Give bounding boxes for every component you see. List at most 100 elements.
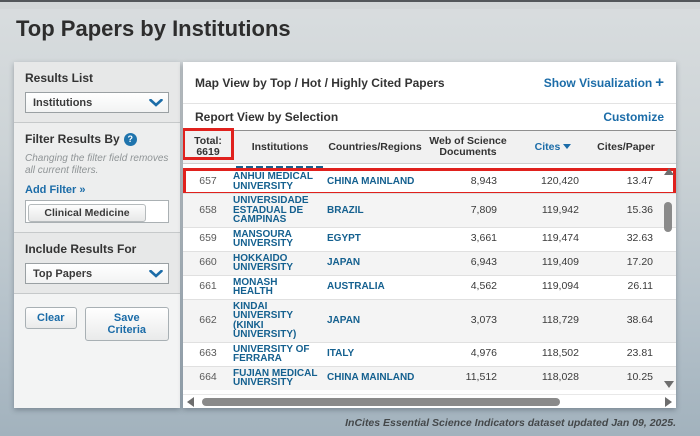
cites-per-paper-value: 38.64 xyxy=(593,316,659,326)
table-row: 660HOKKAIDO UNIVERSITYJAPAN6,943119,4091… xyxy=(183,251,676,275)
help-question-icon[interactable]: ? xyxy=(124,133,137,146)
report-view-title: Report View by Selection xyxy=(195,110,338,124)
filter-results-by-label: Filter Results By? xyxy=(25,132,169,146)
table-row: 662KINDAI UNIVERSITY (KINKI UNIVERSITY)J… xyxy=(183,299,676,342)
filter-results-by-text: Filter Results By xyxy=(25,132,120,146)
chevron-down-icon xyxy=(149,99,163,107)
wos-documents-header[interactable]: Web of Science Documents xyxy=(423,136,513,158)
table-row: 657ANHUI MEDICAL UNIVERSITYCHINA MAINLAN… xyxy=(183,169,676,193)
include-results-select[interactable]: Top Papers xyxy=(25,263,169,284)
cites-value: 120,420 xyxy=(513,177,593,187)
vertical-scrollbar[interactable] xyxy=(662,166,674,390)
horizontal-scrollbar[interactable] xyxy=(183,394,676,408)
results-list-select[interactable]: Institutions xyxy=(25,92,169,113)
country-label: CHINA MAINLAND xyxy=(327,373,423,383)
institution-link[interactable]: UNIVERSITY OF FERRARA xyxy=(233,345,327,364)
show-visualization-link[interactable]: Show Visualization+ xyxy=(544,74,664,91)
institution-link[interactable]: KINDAI UNIVERSITY (KINKI UNIVERSITY) xyxy=(233,302,327,340)
institution-link[interactable]: ANHUI MEDICAL UNIVERSITY xyxy=(233,172,327,191)
scroll-up-arrow-icon[interactable] xyxy=(664,168,674,175)
include-results-section: Include Results For Top Papers xyxy=(14,233,180,294)
results-list-label: Results List xyxy=(25,71,169,85)
table-row: 664FUJIAN MEDICAL UNIVERSITYCHINA MAINLA… xyxy=(183,366,676,390)
sidebar: Results List Institutions Filter Results… xyxy=(14,62,180,408)
filter-input[interactable]: Clinical Medicine xyxy=(25,200,169,223)
wos-documents-value: 11,512 xyxy=(423,373,513,383)
institution-link[interactable]: UNIVERSIDADE ESTADUAL DE CAMPINAS xyxy=(233,196,327,225)
cites-per-paper-value: 23.81 xyxy=(593,349,659,359)
countries-header[interactable]: Countries/Regions xyxy=(327,142,423,153)
add-filter-link[interactable]: Add Filter » xyxy=(25,184,169,196)
row-rank: 659 xyxy=(183,234,233,244)
row-rank: 663 xyxy=(183,349,233,359)
results-list-selected-value: Institutions xyxy=(33,97,92,109)
scroll-down-arrow-icon[interactable] xyxy=(664,381,674,388)
include-results-selected-value: Top Papers xyxy=(33,268,92,280)
table-row: 658UNIVERSIDADE ESTADUAL DE CAMPINASBRAZ… xyxy=(183,193,676,227)
cites-value: 119,474 xyxy=(513,234,593,244)
include-results-label: Include Results For xyxy=(25,242,169,256)
wos-documents-value: 6,943 xyxy=(423,258,513,268)
show-visualization-label: Show Visualization xyxy=(544,76,652,90)
cites-header-sorted[interactable]: Cites xyxy=(513,142,593,153)
row-rank: 657 xyxy=(183,177,233,187)
cites-per-paper-value: 32.63 xyxy=(593,234,659,244)
main-panel: Map View by Top / Hot / Highly Cited Pap… xyxy=(183,62,676,408)
active-filter-tag[interactable]: Clinical Medicine xyxy=(28,204,146,222)
cites-per-paper-value: 13.47 xyxy=(593,177,659,187)
horizontal-scroll-track[interactable] xyxy=(200,397,659,407)
clear-button[interactable]: Clear xyxy=(25,307,77,329)
cites-value: 118,028 xyxy=(513,373,593,383)
browser-top-strip xyxy=(0,0,700,9)
results-list-section: Results List Institutions xyxy=(14,62,180,123)
cites-value: 119,942 xyxy=(513,206,593,216)
institution-link[interactable]: FUJIAN MEDICAL UNIVERSITY xyxy=(233,369,327,388)
map-view-bar: Map View by Top / Hot / Highly Cited Pap… xyxy=(183,62,676,104)
cites-per-paper-value: 17.20 xyxy=(593,258,659,268)
wos-documents-value: 4,562 xyxy=(423,282,513,292)
cites-per-paper-header[interactable]: Cites/Paper xyxy=(593,142,659,153)
country-label: JAPAN xyxy=(327,316,423,326)
save-criteria-button[interactable]: Save Criteria xyxy=(85,307,169,341)
vertical-scroll-thumb[interactable] xyxy=(664,202,672,232)
total-header-cell: Total: 6619 xyxy=(183,136,233,158)
report-view-bar: Report View by Selection Customize xyxy=(183,104,676,131)
country-label: JAPAN xyxy=(327,258,423,268)
wos-documents-value: 4,976 xyxy=(423,349,513,359)
horizontal-scroll-thumb[interactable] xyxy=(202,398,560,406)
institution-link[interactable]: MONASH HEALTH xyxy=(233,278,327,297)
content-layout: Results List Institutions Filter Results… xyxy=(14,62,676,408)
row-rank: 664 xyxy=(183,373,233,383)
scroll-left-arrow-icon[interactable] xyxy=(187,397,194,407)
cites-header-label: Cites xyxy=(535,141,561,153)
wos-documents-value: 3,661 xyxy=(423,234,513,244)
country-label: AUSTRALIA xyxy=(327,282,423,292)
cites-value: 118,729 xyxy=(513,316,593,326)
table-row: 661MONASH HEALTHAUSTRALIA4,562119,09426.… xyxy=(183,275,676,299)
table-body: 657ANHUI MEDICAL UNIVERSITY CHINA MAINLAN… xyxy=(183,164,676,394)
map-view-title: Map View by Top / Hot / Highly Cited Pap… xyxy=(195,76,445,90)
cites-per-paper-value: 10.25 xyxy=(593,373,659,383)
cites-per-paper-value: 15.36 xyxy=(593,206,659,216)
filter-section: Filter Results By? Changing the filter f… xyxy=(14,123,180,233)
wos-documents-value: 3,073 xyxy=(423,316,513,326)
cites-per-paper-value: 26.11 xyxy=(593,282,659,292)
cites-value: 119,094 xyxy=(513,282,593,292)
country-label: ITALY xyxy=(327,349,423,359)
table-row: 659MANSOURA UNIVERSITYEGYPT3,661119,4743… xyxy=(183,227,676,251)
country-label: BRAZIL xyxy=(327,206,423,216)
plus-icon: + xyxy=(655,74,664,91)
scroll-right-arrow-icon[interactable] xyxy=(665,397,672,407)
criteria-buttons-section: Clear Save Criteria xyxy=(14,294,180,408)
row-rank: 661 xyxy=(183,282,233,292)
customize-link[interactable]: Customize xyxy=(603,110,664,124)
institutions-header[interactable]: Institutions xyxy=(233,142,327,153)
wos-documents-value: 8,943 xyxy=(423,177,513,187)
row-rank: 662 xyxy=(183,316,233,326)
institution-link[interactable]: MANSOURA UNIVERSITY xyxy=(233,230,327,249)
row-rank: 660 xyxy=(183,258,233,268)
institution-link[interactable]: HOKKAIDO UNIVERSITY xyxy=(233,254,327,273)
page-title: Top Papers by Institutions xyxy=(16,16,291,42)
sort-descending-icon xyxy=(563,144,571,149)
wos-documents-value: 7,809 xyxy=(423,206,513,216)
